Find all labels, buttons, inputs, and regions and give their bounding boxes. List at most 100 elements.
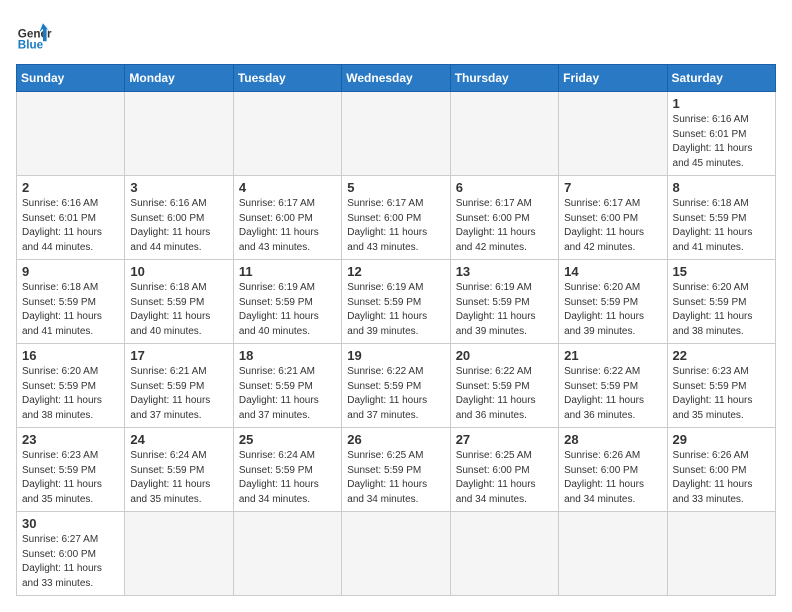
calendar-cell: 29 Sunrise: 6:26 AMSunset: 6:00 PMDayligh…	[667, 428, 775, 512]
day-number: 26	[347, 432, 444, 447]
calendar-cell	[342, 92, 450, 176]
calendar-row: 2Sunrise: 6:16 AMSunset: 6:01 PMDaylight…	[17, 176, 776, 260]
day-header: Sunday	[17, 65, 125, 92]
day-number: 16	[22, 348, 119, 363]
day-info: Sunrise: 6:20 AMSunset: 5:59 PMDaylight:…	[564, 281, 661, 339]
calendar-cell	[342, 512, 450, 596]
day-number: 1	[673, 96, 770, 111]
day-info: Sunrise: 6:22 AMSunset: 5:59 PMDaylight:…	[564, 365, 661, 423]
day-info: Sunrise: 6:23 AMSunset: 5:59 PMDaylight:…	[22, 449, 119, 507]
calendar-cell	[233, 92, 341, 176]
svg-text:Blue: Blue	[18, 38, 44, 51]
day-number: 21	[564, 348, 661, 363]
calendar-cell: 7Sunrise: 6:17 AMSunset: 6:00 PMDaylight…	[559, 176, 667, 260]
calendar-cell: 2Sunrise: 6:16 AMSunset: 6:01 PMDaylight…	[17, 176, 125, 260]
day-info: Sunrise: 6:19 AMSunset: 5:59 PMDaylight:…	[347, 281, 444, 339]
day-number: 23	[22, 432, 119, 447]
calendar-cell: 9 Sunrise: 6:18 AMSunset: 5:59 PMDaylight…	[17, 260, 125, 344]
day-info: Sunrise: 6:23 AMSunset: 5:59 PMDaylight:…	[673, 365, 770, 423]
day-info: Sunrise: 6:18 AMSunset: 5:59 PMDaylight:…	[673, 197, 770, 255]
day-info: Sunrise: 6:19 AMSunset: 5:59 PMDaylight:…	[456, 281, 553, 339]
calendar-cell: 23 Sunrise: 6:23 AMSunset: 5:59 PMDayligh…	[17, 428, 125, 512]
day-info: Sunrise: 6:24 AMSunset: 5:59 PMDaylight:…	[130, 449, 227, 507]
day-number: 3	[130, 180, 227, 195]
day-header: Saturday	[667, 65, 775, 92]
calendar-row: 23 Sunrise: 6:23 AMSunset: 5:59 PMDayligh…	[17, 428, 776, 512]
calendar-cell: 14 Sunrise: 6:20 AMSunset: 5:59 PMDayligh…	[559, 260, 667, 344]
calendar-cell: 3 Sunrise: 6:16 AMSunset: 6:00 PMDaylight…	[125, 176, 233, 260]
day-info: Sunrise: 6:25 AMSunset: 6:00 PMDaylight:…	[456, 449, 553, 507]
day-number: 30	[22, 516, 119, 531]
calendar-cell	[233, 512, 341, 596]
logo: General Blue	[16, 16, 52, 52]
calendar-cell: 18Sunrise: 6:21 AMSunset: 5:59 PMDayligh…	[233, 344, 341, 428]
day-info: Sunrise: 6:22 AMSunset: 5:59 PMDaylight:…	[456, 365, 553, 423]
day-number: 9	[22, 264, 119, 279]
day-number: 27	[456, 432, 553, 447]
day-info: Sunrise: 6:16 AMSunset: 6:01 PMDaylight:…	[673, 113, 770, 171]
calendar-cell	[559, 512, 667, 596]
calendar-cell: 22 Sunrise: 6:23 AMSunset: 5:59 PMDayligh…	[667, 344, 775, 428]
calendar-row: 30 Sunrise: 6:27 AMSunset: 6:00 PMDayligh…	[17, 512, 776, 596]
logo-icon: General Blue	[16, 16, 52, 52]
calendar-cell: 5Sunrise: 6:17 AMSunset: 6:00 PMDaylight…	[342, 176, 450, 260]
calendar-cell: 27 Sunrise: 6:25 AMSunset: 6:00 PMDayligh…	[450, 428, 558, 512]
calendar-row: 16Sunrise: 6:20 AMSunset: 5:59 PMDayligh…	[17, 344, 776, 428]
day-info: Sunrise: 6:22 AMSunset: 5:59 PMDaylight:…	[347, 365, 444, 423]
day-header: Wednesday	[342, 65, 450, 92]
day-number: 17	[130, 348, 227, 363]
day-number: 6	[456, 180, 553, 195]
day-info: Sunrise: 6:27 AMSunset: 6:00 PMDaylight:…	[22, 533, 119, 591]
day-number: 14	[564, 264, 661, 279]
calendar-cell: 17 Sunrise: 6:21 AMSunset: 5:59 PMDayligh…	[125, 344, 233, 428]
calendar-cell	[450, 512, 558, 596]
calendar-cell: 26 Sunrise: 6:25 AMSunset: 5:59 PMDayligh…	[342, 428, 450, 512]
day-info: Sunrise: 6:26 AMSunset: 6:00 PMDaylight:…	[673, 449, 770, 507]
day-info: Sunrise: 6:18 AMSunset: 5:59 PMDaylight:…	[22, 281, 119, 339]
day-number: 4	[239, 180, 336, 195]
day-number: 25	[239, 432, 336, 447]
day-info: Sunrise: 6:24 AMSunset: 5:59 PMDaylight:…	[239, 449, 336, 507]
calendar-cell: 8Sunrise: 6:18 AMSunset: 5:59 PMDaylight…	[667, 176, 775, 260]
day-number: 13	[456, 264, 553, 279]
day-number: 11	[239, 264, 336, 279]
calendar-cell: 28 Sunrise: 6:26 AMSunset: 6:00 PMDayligh…	[559, 428, 667, 512]
calendar-cell: 6 Sunrise: 6:17 AMSunset: 6:00 PMDaylight…	[450, 176, 558, 260]
calendar-cell: 12 Sunrise: 6:19 AMSunset: 5:59 PMDayligh…	[342, 260, 450, 344]
day-info: Sunrise: 6:17 AMSunset: 6:00 PMDaylight:…	[564, 197, 661, 255]
calendar-cell: 16Sunrise: 6:20 AMSunset: 5:59 PMDayligh…	[17, 344, 125, 428]
day-number: 20	[456, 348, 553, 363]
day-header: Friday	[559, 65, 667, 92]
calendar-cell: 10Sunrise: 6:18 AMSunset: 5:59 PMDayligh…	[125, 260, 233, 344]
day-number: 15	[673, 264, 770, 279]
calendar-cell: 21 Sunrise: 6:22 AMSunset: 5:59 PMDayligh…	[559, 344, 667, 428]
calendar-cell	[17, 92, 125, 176]
day-number: 28	[564, 432, 661, 447]
day-number: 12	[347, 264, 444, 279]
day-info: Sunrise: 6:20 AMSunset: 5:59 PMDaylight:…	[673, 281, 770, 339]
calendar-cell: 20 Sunrise: 6:22 AMSunset: 5:59 PMDayligh…	[450, 344, 558, 428]
calendar-cell	[559, 92, 667, 176]
day-info: Sunrise: 6:21 AMSunset: 5:59 PMDaylight:…	[130, 365, 227, 423]
day-info: Sunrise: 6:16 AMSunset: 6:01 PMDaylight:…	[22, 197, 119, 255]
day-header: Thursday	[450, 65, 558, 92]
day-info: Sunrise: 6:25 AMSunset: 5:59 PMDaylight:…	[347, 449, 444, 507]
day-number: 19	[347, 348, 444, 363]
calendar-row: 9 Sunrise: 6:18 AMSunset: 5:59 PMDaylight…	[17, 260, 776, 344]
calendar-cell	[667, 512, 775, 596]
calendar-cell: 11 Sunrise: 6:19 AMSunset: 5:59 PMDayligh…	[233, 260, 341, 344]
day-number: 22	[673, 348, 770, 363]
calendar-cell	[450, 92, 558, 176]
calendar-cell	[125, 512, 233, 596]
calendar-cell: 13 Sunrise: 6:19 AMSunset: 5:59 PMDayligh…	[450, 260, 558, 344]
day-info: Sunrise: 6:16 AMSunset: 6:00 PMDaylight:…	[130, 197, 227, 255]
calendar-cell: 25 Sunrise: 6:24 AMSunset: 5:59 PMDayligh…	[233, 428, 341, 512]
day-info: Sunrise: 6:21 AMSunset: 5:59 PMDaylight:…	[239, 365, 336, 423]
day-number: 29	[673, 432, 770, 447]
day-info: Sunrise: 6:17 AMSunset: 6:00 PMDaylight:…	[456, 197, 553, 255]
day-header: Monday	[125, 65, 233, 92]
calendar-cell: 24Sunrise: 6:24 AMSunset: 5:59 PMDayligh…	[125, 428, 233, 512]
day-info: Sunrise: 6:19 AMSunset: 5:59 PMDaylight:…	[239, 281, 336, 339]
calendar-row: 1 Sunrise: 6:16 AMSunset: 6:01 PMDaylight…	[17, 92, 776, 176]
day-info: Sunrise: 6:26 AMSunset: 6:00 PMDaylight:…	[564, 449, 661, 507]
